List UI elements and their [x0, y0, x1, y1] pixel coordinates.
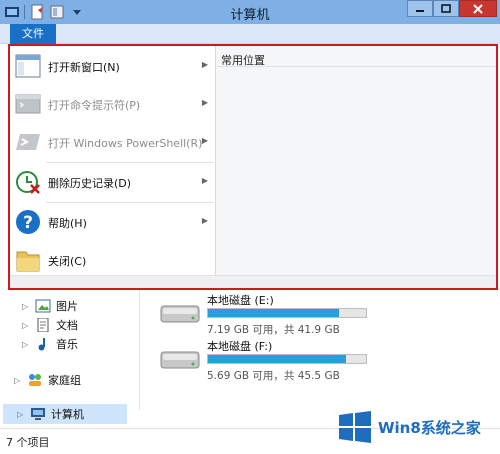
file-tab[interactable]: 文件 — [10, 24, 56, 44]
drive-space-info: 7.19 GB 可用，共 41.9 GB — [207, 324, 340, 336]
watermark-text: Win8系统之家 — [378, 418, 481, 437]
menu-item-close[interactable]: 关闭(C) — [10, 242, 216, 278]
file-menu-footer — [10, 275, 496, 288]
expand-arrow-icon[interactable]: ▷ — [17, 410, 25, 419]
close-button[interactable] — [459, 0, 497, 17]
nav-item-label: 图片 — [56, 300, 78, 313]
menu-item-open-powershell[interactable]: 打开 Windows PowerShell(R) ▶ — [10, 124, 216, 160]
menu-item-open-command-prompt[interactable]: 打开命令提示符(P) ▶ — [10, 86, 216, 122]
menu-item-delete-history[interactable]: 删除历史记录(D) ▶ — [10, 164, 216, 200]
submenu-arrow-icon: ▶ — [201, 136, 208, 145]
delete-history-icon — [16, 171, 40, 194]
homegroup-icon — [29, 374, 41, 386]
maximize-button[interactable] — [433, 0, 459, 17]
ribbon-tab-strip: 文件 — [0, 24, 500, 44]
drive-name: 本地磁盘 (F:) — [207, 340, 273, 353]
file-menu: 打开新窗口(N) ▶ 打开命令提示符(P) ▶ 打开 Windows Power… — [8, 44, 498, 290]
item-count: 7 个项目 — [6, 436, 50, 449]
nav-item-homegroup[interactable]: ▷ 家庭组 — [14, 372, 81, 388]
expand-arrow-icon[interactable]: ▷ — [22, 340, 30, 349]
menu-separator — [46, 202, 214, 203]
submenu-arrow-icon: ▶ — [201, 176, 208, 185]
close-icon — [473, 3, 483, 14]
submenu-arrow-icon: ▶ — [201, 98, 208, 107]
windows-logo-icon — [339, 411, 371, 443]
drive-usage-fill — [208, 355, 347, 363]
nav-item-label: 文档 — [56, 319, 78, 332]
drive-usage-fill — [208, 309, 339, 317]
frequent-places-divider — [217, 66, 496, 67]
computer-icon — [31, 408, 45, 420]
nav-item-label: 计算机 — [51, 408, 84, 421]
submenu-arrow-icon: ▶ — [201, 216, 208, 225]
new-window-icon — [15, 54, 41, 78]
watermark: Win8系统之家 — [338, 410, 481, 444]
menu-item-open-new-window[interactable]: 打开新窗口(N) ▶ — [10, 48, 216, 84]
nav-item-computer[interactable]: ▷ 计算机 — [3, 404, 127, 424]
minimize-icon — [416, 9, 424, 12]
nav-item-music[interactable]: ▷ 音乐 — [22, 336, 78, 352]
submenu-arrow-icon: ▶ — [201, 60, 208, 69]
frequent-places-panel: 常用位置 — [217, 46, 496, 288]
drive-usage-bar — [207, 354, 367, 364]
nav-item-label: 音乐 — [56, 338, 78, 351]
music-icon — [38, 338, 45, 351]
menu-item-help[interactable]: ? 帮助(H) ▶ — [10, 204, 216, 240]
minimize-button[interactable] — [407, 0, 433, 17]
nav-item-documents[interactable]: ▷ 文档 — [22, 317, 78, 333]
nav-item-pictures[interactable]: ▷ 图片 — [22, 298, 78, 314]
expand-arrow-icon[interactable]: ▷ — [22, 321, 30, 330]
powershell-icon — [16, 134, 40, 150]
documents-icon — [37, 318, 49, 332]
help-icon: ? — [16, 210, 40, 234]
file-menu-commands: 打开新窗口(N) ▶ 打开命令提示符(P) ▶ 打开 Windows Power… — [10, 46, 216, 288]
pictures-icon — [35, 299, 51, 313]
maximize-icon — [441, 3, 451, 13]
hard-drive-icon — [160, 351, 200, 369]
close-folder-icon — [16, 251, 40, 272]
title-bar: 计算机 — [0, 0, 500, 24]
drive-space-info: 5.69 GB 可用，共 45.5 GB — [207, 370, 340, 382]
expand-arrow-icon[interactable]: ▷ — [22, 302, 30, 311]
nav-item-label: 家庭组 — [48, 374, 81, 387]
drive-name: 本地磁盘 (E:) — [207, 294, 274, 307]
expand-arrow-icon[interactable]: ▷ — [14, 376, 22, 385]
svg-text:?: ? — [23, 213, 33, 233]
menu-separator — [46, 162, 214, 163]
hard-drive-icon — [160, 305, 200, 323]
drive-usage-bar — [207, 308, 367, 318]
command-prompt-icon — [15, 94, 41, 114]
